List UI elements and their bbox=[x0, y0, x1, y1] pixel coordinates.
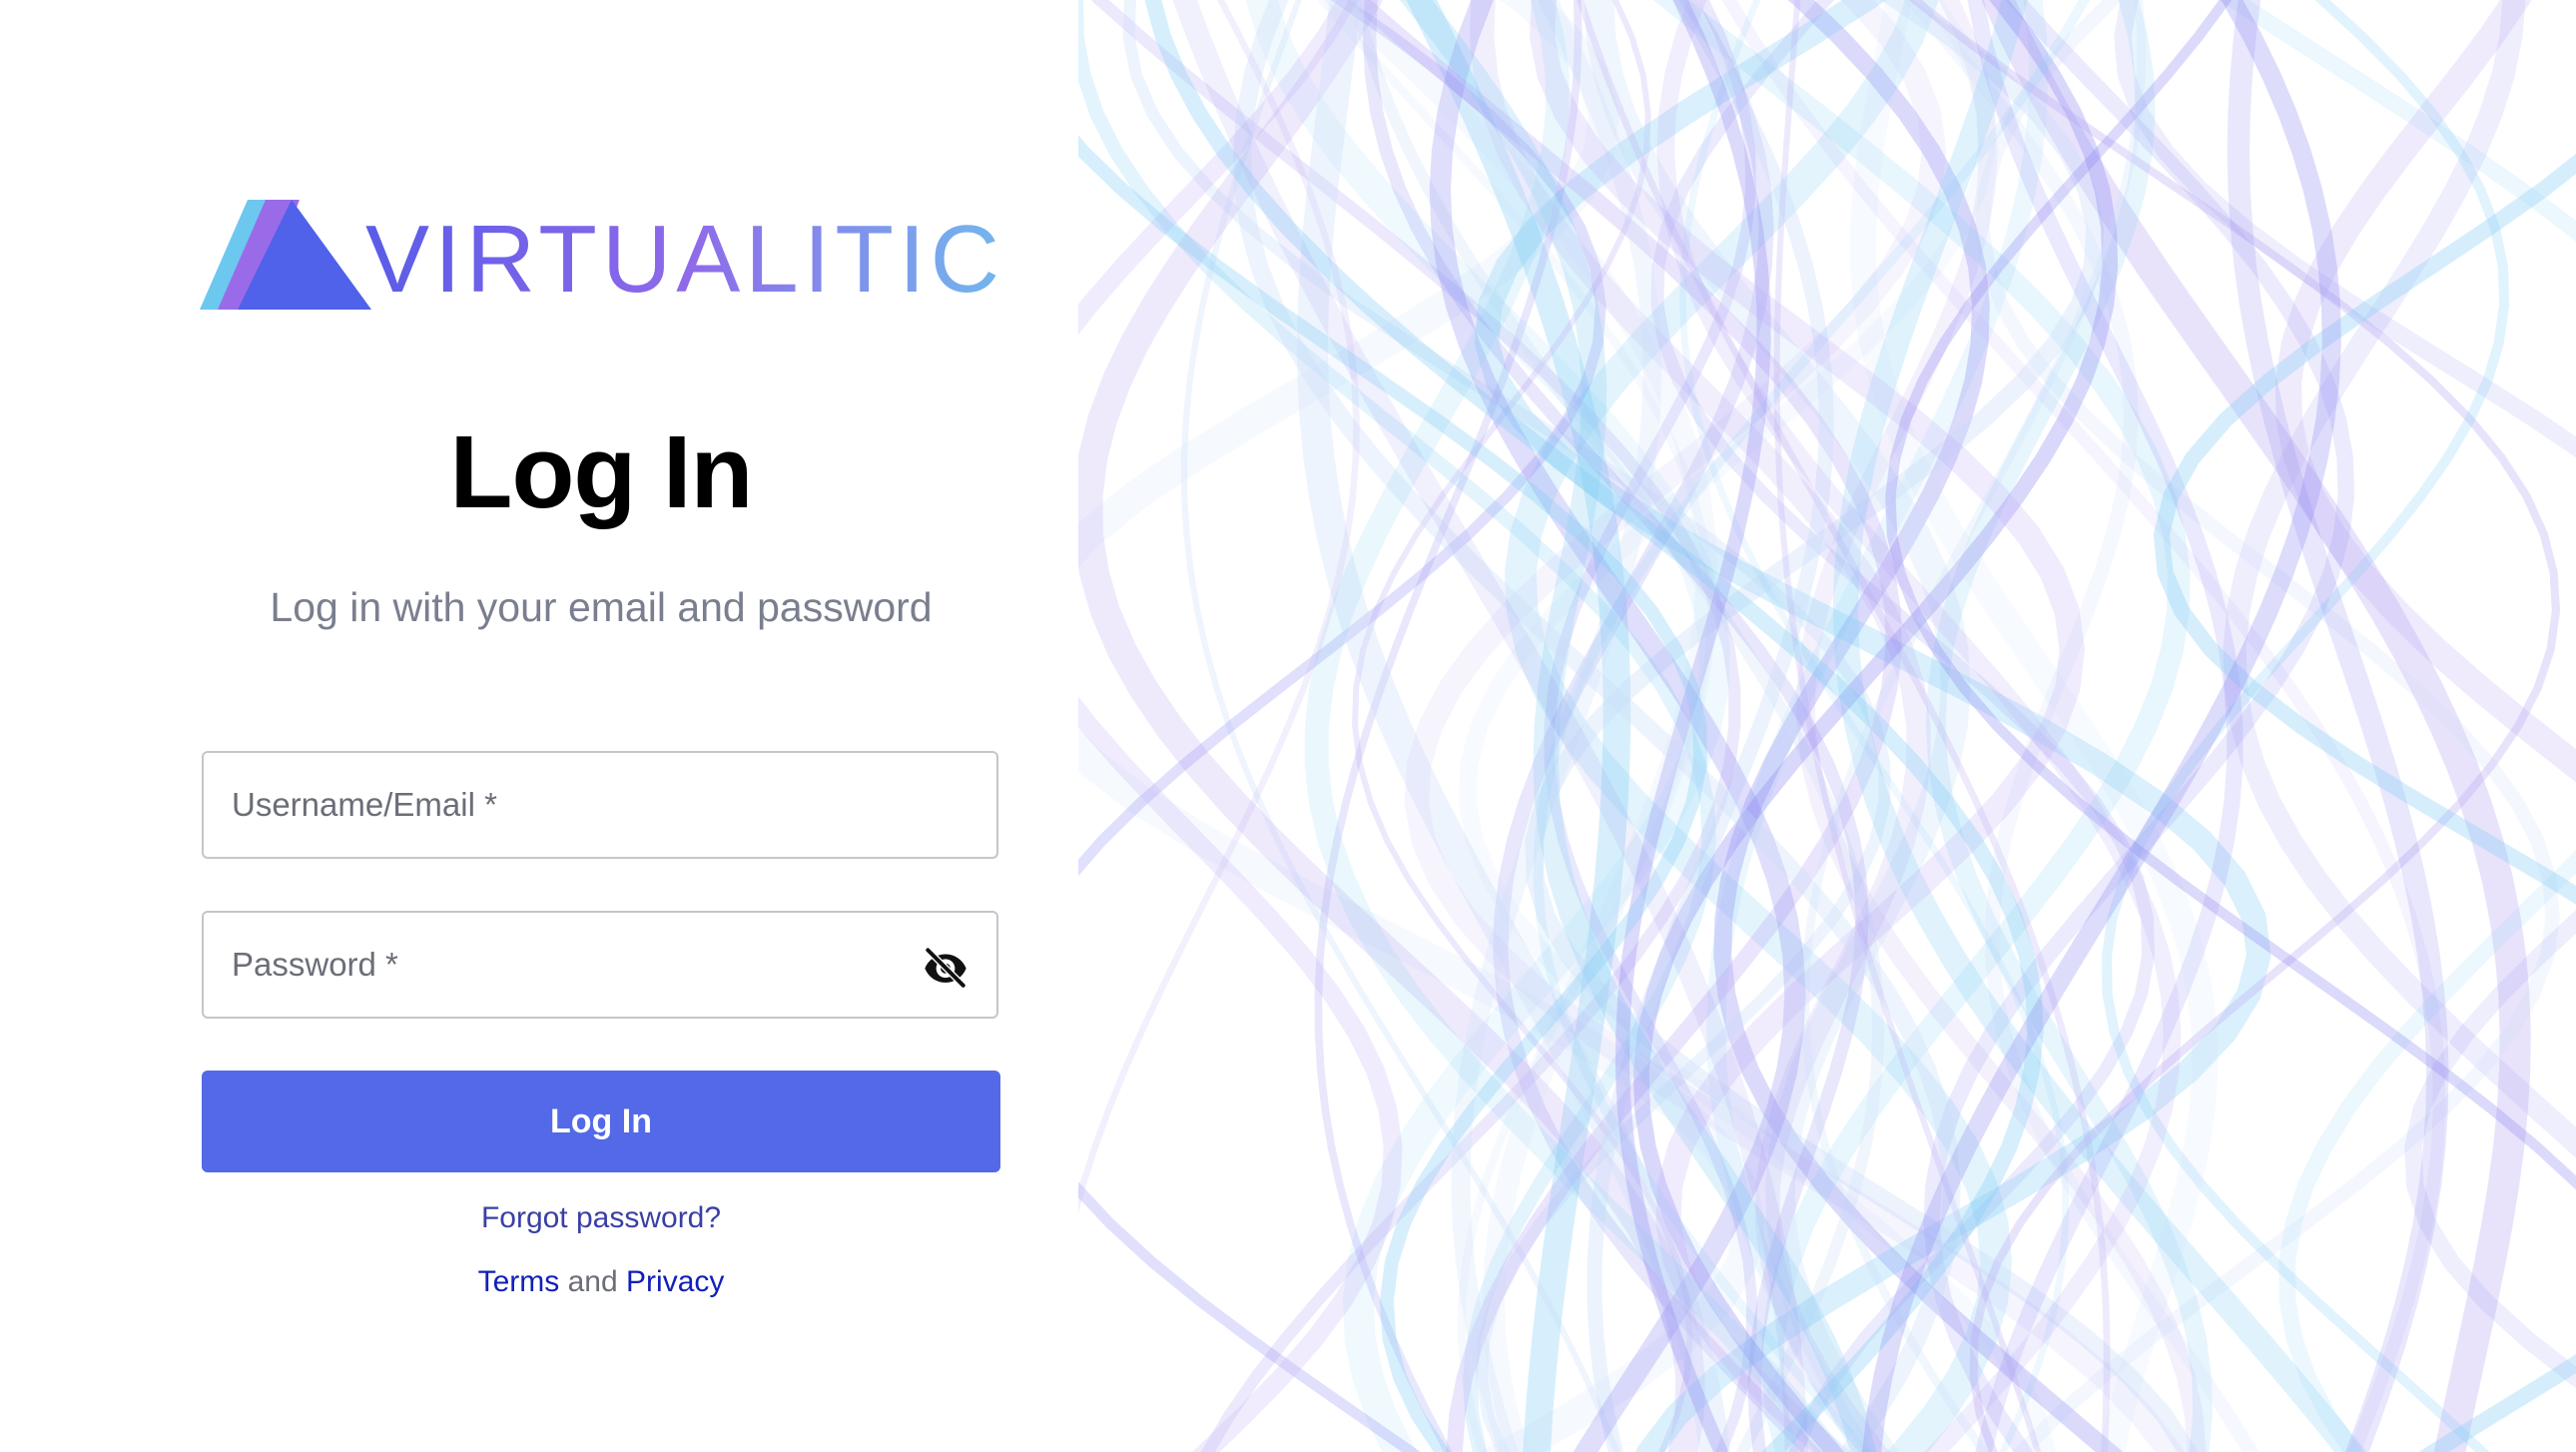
wave-ribbon bbox=[2227, 0, 2449, 1452]
forgot-password-link[interactable]: Forgot password? bbox=[202, 1194, 1000, 1242]
legal-links: Terms and Privacy bbox=[202, 1258, 1000, 1306]
page-subtitle: Log in with your email and password bbox=[270, 584, 933, 630]
privacy-link[interactable]: Privacy bbox=[626, 1265, 724, 1298]
legal-and-text: and bbox=[567, 1265, 618, 1298]
virtualitics-logo-icon: VIRTUALITICS bbox=[200, 200, 998, 313]
eye-off-icon[interactable] bbox=[921, 941, 970, 991]
brand-wordmark: VIRTUALITICS bbox=[365, 206, 998, 313]
login-panel: VIRTUALITICS Log In Log in with your ema… bbox=[0, 0, 1098, 1452]
brand-logo: VIRTUALITICS bbox=[200, 196, 998, 316]
terms-link[interactable]: Terms bbox=[478, 1265, 560, 1298]
login-button[interactable]: Log In bbox=[202, 1071, 1000, 1172]
username-input[interactable] bbox=[204, 753, 996, 857]
login-page: VIRTUALITICS Log In Log in with your ema… bbox=[0, 0, 2576, 1452]
password-field[interactable] bbox=[202, 911, 998, 1019]
page-title: Log In bbox=[449, 414, 754, 529]
wave-background-art bbox=[1078, 0, 2576, 1452]
password-input[interactable] bbox=[204, 913, 996, 1017]
username-field[interactable] bbox=[202, 751, 998, 859]
